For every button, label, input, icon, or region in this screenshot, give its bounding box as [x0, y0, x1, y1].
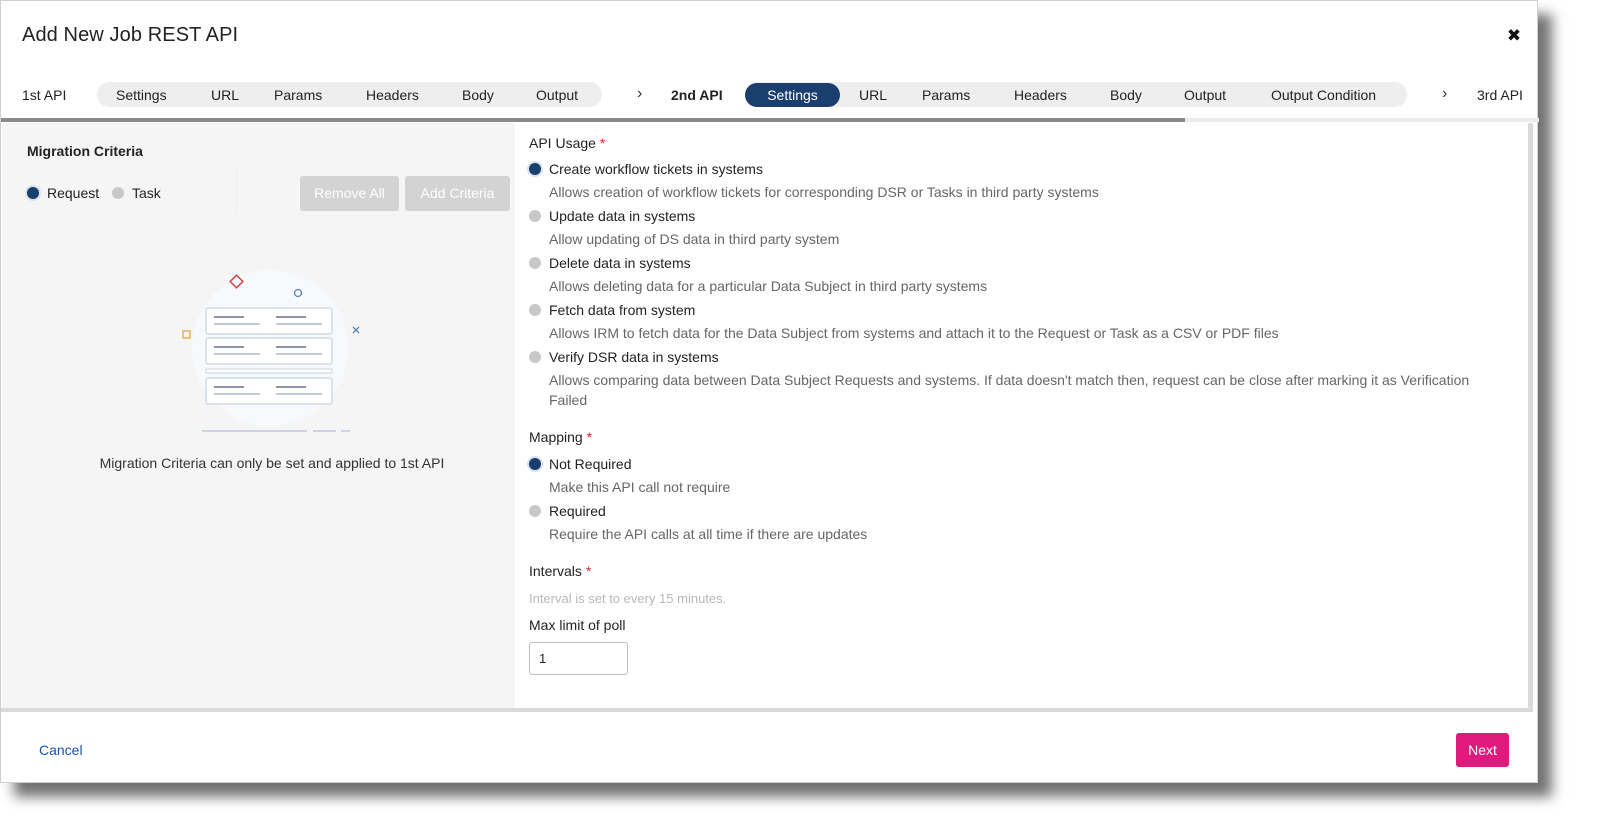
divider — [236, 169, 237, 211]
radio-selected-icon — [27, 187, 39, 199]
api2-tab-url[interactable]: URL — [859, 87, 887, 103]
option-title: Required — [549, 503, 606, 519]
dialog-header: Add New Job REST API ✖ — [1, 1, 1537, 73]
option-description: Allows creation of workflow tickets for … — [549, 184, 1099, 200]
api2-tab-output-condition[interactable]: Output Condition — [1271, 87, 1376, 103]
footer-divider — [1, 708, 1533, 712]
intervals-hint: Interval is set to every 15 minutes. — [529, 591, 727, 606]
step-2nd-api[interactable]: 2nd API — [671, 87, 723, 103]
option-title: Create workflow tickets in systems — [549, 161, 763, 177]
option-description: Allows deleting data for a particular Da… — [549, 278, 988, 294]
next-button[interactable]: Next — [1456, 733, 1509, 767]
option-description: Require the API calls at all time if the… — [549, 526, 868, 542]
api1-tab-url[interactable]: URL — [211, 87, 239, 103]
radio-task-label: Task — [132, 185, 161, 201]
api2-tab-params[interactable]: Params — [922, 87, 970, 103]
radio-request[interactable]: Request — [27, 185, 99, 201]
api2-tab-body[interactable]: Body — [1110, 87, 1142, 103]
option-title: Verify DSR data in systems — [549, 349, 719, 365]
api-usage-option-update[interactable]: Update data in systems Allow updating of… — [529, 208, 839, 249]
list-card — [205, 377, 333, 405]
option-description: Allows IRM to fetch data for the Data Su… — [549, 325, 1279, 341]
empty-state-illustration — [182, 270, 360, 432]
cross-decor — [352, 326, 360, 334]
api1-tab-headers[interactable]: Headers — [366, 87, 419, 103]
api-settings-form: API Usage * Create workflow tickets in s… — [515, 123, 1527, 708]
api1-tab-body[interactable]: Body — [462, 87, 494, 103]
square-decor — [182, 330, 191, 339]
option-title: Not Required — [549, 456, 632, 472]
api1-tab-params[interactable]: Params — [274, 87, 322, 103]
intervals-label: Intervals * — [529, 563, 591, 579]
remove-all-button[interactable]: Remove All — [300, 176, 399, 211]
max-poll-input[interactable] — [529, 642, 628, 675]
api-usage-option-fetch[interactable]: Fetch data from system Allows IRM to fet… — [529, 302, 1279, 343]
close-icon: ✖ — [1506, 26, 1522, 45]
api2-tab-settings[interactable]: Settings — [745, 83, 840, 107]
radio-task[interactable]: Task — [112, 185, 161, 201]
api1-tab-group — [97, 82, 602, 107]
step-3rd-api[interactable]: 3rd API — [1477, 87, 1523, 103]
required-mark: * — [599, 135, 606, 151]
radio-unselected-icon — [112, 187, 124, 199]
list-card — [205, 337, 333, 365]
step-progress-fill — [1, 118, 1186, 122]
chevron-right-icon: › — [1442, 85, 1448, 102]
max-poll-label: Max limit of poll — [529, 617, 626, 633]
option-title: Update data in systems — [549, 208, 696, 224]
close-button[interactable]: ✖ — [1505, 25, 1523, 47]
api1-tab-settings[interactable]: Settings — [116, 87, 167, 103]
dialog-title: Add New Job REST API — [22, 24, 239, 46]
mapping-label: Mapping * — [529, 429, 592, 445]
radio-unselected-icon — [529, 210, 541, 222]
intervals-label-text: Intervals — [529, 563, 582, 579]
option-title: Fetch data from system — [549, 302, 696, 318]
radio-unselected-icon — [529, 257, 541, 269]
api-usage-label-text: API Usage — [529, 135, 596, 151]
option-description: Allows comparing data between Data Subje… — [549, 372, 1470, 408]
mapping-option-required[interactable]: Required Require the API calls at all ti… — [529, 503, 867, 544]
option-description: Make this API call not require — [549, 479, 731, 495]
option-title: Delete data in systems — [549, 255, 691, 271]
api-usage-option-create[interactable]: Create workflow tickets in systems Allow… — [529, 161, 1099, 202]
step-progress-track — [1, 118, 1539, 122]
content-scrollbar[interactable] — [1528, 123, 1533, 708]
add-criteria-button[interactable]: Add Criteria — [405, 176, 510, 211]
add-job-dialog: Add New Job REST API ✖ 1st API Settings … — [0, 0, 1539, 783]
step-1st-api[interactable]: 1st API — [22, 87, 66, 103]
api-usage-label: API Usage * — [529, 135, 605, 151]
mapping-option-not-required[interactable]: Not Required Make this API call not requ… — [529, 456, 730, 497]
radio-unselected-icon — [529, 304, 541, 316]
migration-empty-message: Migration Criteria can only be set and a… — [99, 455, 445, 471]
list-spacer — [205, 368, 333, 374]
api2-tab-headers[interactable]: Headers — [1014, 87, 1067, 103]
cancel-button[interactable]: Cancel — [39, 742, 83, 758]
chevron-right-icon: › — [637, 85, 643, 102]
required-mark: * — [585, 563, 592, 579]
list-card — [205, 307, 333, 335]
migration-criteria-title: Migration Criteria — [27, 143, 143, 159]
migration-criteria-panel: Migration Criteria Request Task Remove A… — [2, 123, 515, 708]
radio-unselected-icon — [529, 505, 541, 517]
radio-selected-icon — [529, 458, 541, 470]
api-usage-option-verify[interactable]: Verify DSR data in systems Allows compar… — [529, 349, 1489, 410]
api2-tab-output[interactable]: Output — [1184, 87, 1226, 103]
required-mark: * — [586, 429, 593, 445]
radio-selected-icon — [529, 163, 541, 175]
radio-unselected-icon — [529, 351, 541, 363]
mapping-label-text: Mapping — [529, 429, 583, 445]
radio-request-label: Request — [47, 185, 100, 201]
api1-tab-output[interactable]: Output — [536, 87, 578, 103]
option-description: Allow updating of DS data in third party… — [549, 231, 840, 247]
api-usage-option-delete[interactable]: Delete data in systems Allows deleting d… — [529, 255, 987, 296]
api-step-tabs: 1st API Settings URL Params Headers Body… — [1, 80, 1537, 110]
